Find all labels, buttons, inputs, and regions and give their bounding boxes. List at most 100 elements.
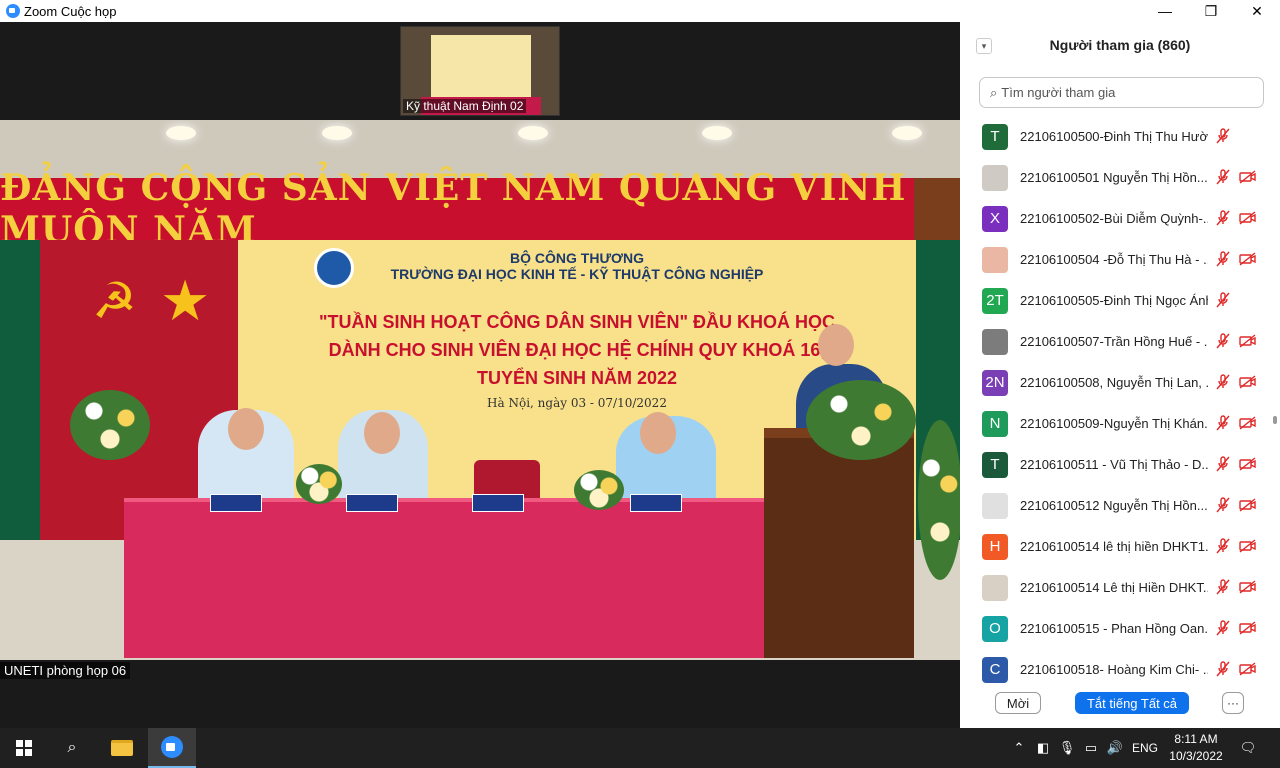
mic-muted-icon[interactable] xyxy=(1213,537,1233,555)
participant-row[interactable]: H 22106100514 lê thị hiền DHKT1... xyxy=(960,526,1272,567)
participant-row[interactable]: 22106100501 Nguyễn Thị Hồn... xyxy=(960,157,1272,198)
network-icon[interactable]: ▭ xyxy=(1080,728,1102,768)
mic-muted-icon[interactable] xyxy=(1213,332,1233,350)
video-off-icon[interactable] xyxy=(1237,660,1259,678)
hammer-sickle-icon: ☭ xyxy=(92,273,137,329)
more-options-button[interactable]: ··· xyxy=(1222,692,1244,714)
podium xyxy=(764,428,914,658)
main-video-name: UNETI phòng họp 06 xyxy=(0,662,131,679)
banner-text: ĐẢNG CỘNG SẢN VIỆT NAM QUANG VINH MUÔN N… xyxy=(0,167,907,251)
windows-logo-icon xyxy=(16,740,32,756)
restore-button[interactable]: ❐ xyxy=(1188,0,1234,22)
avatar: 2N xyxy=(982,369,1008,396)
invite-button[interactable]: Mời xyxy=(995,692,1041,714)
person-head xyxy=(364,412,400,454)
participant-list: T 22106100500-Đinh Thị Thu Hường-... 22106… xyxy=(960,116,1272,696)
video-off-icon[interactable] xyxy=(1237,455,1259,473)
video-off-icon[interactable] xyxy=(1237,619,1259,637)
flower-arrangement xyxy=(70,390,150,460)
participant-name: 22106100518- Hoàng Kim Chi- ... xyxy=(1020,662,1208,677)
mic-muted-icon[interactable] xyxy=(1213,209,1233,227)
mic-muted-icon[interactable] xyxy=(1213,168,1233,186)
participant-name: 22106100505-Đinh Thị Ngọc Ánh-D... xyxy=(1020,293,1208,308)
participant-name: 22106100515 - Phan Hồng Oan... xyxy=(1020,621,1208,636)
participant-thumbnail[interactable]: Kỹ thuật Nam Định 02 xyxy=(400,26,560,116)
video-off-icon[interactable] xyxy=(1237,209,1259,227)
participant-name: 22106100514 Lê thị Hiền DHKT... xyxy=(1020,580,1208,595)
avatar: H xyxy=(982,533,1008,560)
avatar: T xyxy=(982,123,1008,150)
webcam-icon[interactable]: ◧ xyxy=(1032,728,1054,768)
mic-muted-icon[interactable] xyxy=(1213,373,1233,391)
mic-muted-icon[interactable] xyxy=(1213,619,1233,637)
mic-muted-icon[interactable] xyxy=(1213,455,1233,473)
file-explorer-button[interactable] xyxy=(98,728,146,768)
participant-row[interactable]: 22106100514 Lê thị Hiền DHKT... xyxy=(960,567,1272,608)
chevron-up-icon[interactable]: ⌃ xyxy=(1008,728,1030,768)
participants-panel: ▾ Người tham gia (860) ⌕ T 22106100500-Đi… xyxy=(960,22,1280,728)
video-off-icon[interactable] xyxy=(1237,414,1259,432)
participant-scrollbar[interactable] xyxy=(1272,116,1278,696)
participant-name: 22106100507-Trần Hồng Huế - ... xyxy=(1020,334,1208,349)
video-off-icon[interactable] xyxy=(1237,168,1259,186)
volume-icon[interactable]: 🔊 xyxy=(1104,728,1126,768)
taskbar: ⌕ ⌃ ◧ 🎙 ▭ 🔊 ENG 8:11 AM 10/3/2022 🗨 xyxy=(0,728,1280,768)
close-button[interactable]: ✕ xyxy=(1234,0,1280,22)
taskbar-search-icon[interactable]: ⌕ xyxy=(48,728,96,768)
scrollbar-thumb[interactable] xyxy=(1273,416,1277,424)
mic-muted-icon[interactable] xyxy=(1213,414,1233,432)
language-indicator[interactable]: ENG xyxy=(1128,728,1162,768)
participant-row[interactable]: 22106100507-Trần Hồng Huế - ... xyxy=(960,321,1272,362)
video-off-icon[interactable] xyxy=(1237,332,1259,350)
search-input[interactable] xyxy=(1001,85,1242,100)
video-off-icon[interactable] xyxy=(1237,537,1259,555)
participant-row[interactable]: 22106100512 Nguyễn Thị Hồn... xyxy=(960,485,1272,526)
mic-muted-icon[interactable] xyxy=(1213,127,1233,145)
flower-arrangement xyxy=(918,420,960,580)
participant-row[interactable]: T 22106100511 - Vũ Thị Thảo - D... xyxy=(960,444,1272,485)
ceiling-light xyxy=(702,126,732,140)
participant-name: 22106100514 lê thị hiền DHKT1... xyxy=(1020,539,1208,554)
avatar: O xyxy=(982,615,1008,642)
mic-muted-icon[interactable] xyxy=(1213,496,1233,514)
clock[interactable]: 8:11 AM 10/3/2022 xyxy=(1164,731,1228,767)
main-video[interactable]: ĐẢNG CỘNG SẢN VIỆT NAM QUANG VINH MUÔN N… xyxy=(0,120,960,660)
participant-row[interactable]: T 22106100500-Đinh Thị Thu Hường-... xyxy=(960,116,1272,157)
mute-all-button[interactable]: Tắt tiếng Tất cả xyxy=(1075,692,1189,714)
participant-row[interactable]: O 22106100515 - Phan Hồng Oan... xyxy=(960,608,1272,649)
participant-search[interactable]: ⌕ xyxy=(979,77,1264,108)
participant-row[interactable]: 2N 22106100508, Nguyễn Thị Lan, ... xyxy=(960,362,1272,403)
microphone-icon[interactable]: 🎙 xyxy=(1056,728,1078,768)
video-off-icon[interactable] xyxy=(1237,496,1259,514)
minimize-button[interactable]: — xyxy=(1142,0,1188,22)
zoom-taskbar-button[interactable] xyxy=(148,728,196,768)
chevron-down-icon[interactable]: ▾ xyxy=(976,38,992,54)
mic-muted-icon[interactable] xyxy=(1213,578,1233,596)
video-off-icon[interactable] xyxy=(1237,250,1259,268)
participant-row[interactable]: 22106100504 -Đỗ Thị Thu Hà - ... xyxy=(960,239,1272,280)
participant-row[interactable]: X 22106100502-Bùi Diễm Quỳnh-... xyxy=(960,198,1272,239)
participant-row[interactable]: N 22106100509-Nguyễn Thị Khán... xyxy=(960,403,1272,444)
participants-title: Người tham gia (860) xyxy=(1049,37,1191,53)
avatar xyxy=(982,246,1008,273)
notification-icon[interactable]: 🗨 xyxy=(1232,728,1264,768)
avatar: X xyxy=(982,205,1008,232)
start-button[interactable] xyxy=(0,728,48,768)
person-head xyxy=(640,412,676,454)
mic-muted-icon[interactable] xyxy=(1213,291,1233,309)
video-off-icon[interactable] xyxy=(1237,373,1259,391)
backdrop-line-1: "TUẦN SINH HOẠT CÔNG DÂN SINH VIÊN" ĐẦU … xyxy=(318,312,836,332)
mic-muted-icon[interactable] xyxy=(1213,250,1233,268)
clock-date: 10/3/2022 xyxy=(1169,749,1223,763)
participant-row[interactable]: 2T 22106100505-Đinh Thị Ngọc Ánh-D... xyxy=(960,280,1272,321)
avatar: N xyxy=(982,410,1008,437)
podium-flowers xyxy=(806,380,916,460)
participant-name: 22106100508, Nguyễn Thị Lan, ... xyxy=(1020,375,1208,390)
video-off-icon[interactable] xyxy=(1237,578,1259,596)
avatar: T xyxy=(982,451,1008,478)
meeting-table xyxy=(124,498,804,658)
mic-muted-icon[interactable] xyxy=(1213,660,1233,678)
speaker-head xyxy=(818,324,854,366)
participant-row[interactable]: C 22106100518- Hoàng Kim Chi- ... xyxy=(960,649,1272,690)
thumbnail-backdrop xyxy=(431,35,531,97)
